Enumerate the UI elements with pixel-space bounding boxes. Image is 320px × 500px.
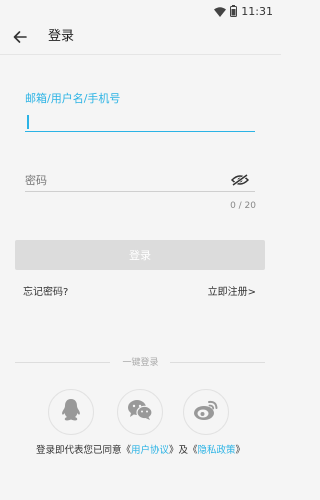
agreement-suffix: 》 bbox=[235, 445, 246, 456]
back-button[interactable] bbox=[10, 27, 30, 47]
qq-icon bbox=[60, 398, 82, 426]
password-input[interactable] bbox=[25, 170, 255, 192]
login-button[interactable]: 登录 bbox=[15, 240, 265, 270]
status-icons: 11:31 bbox=[214, 2, 273, 21]
back-arrow-icon bbox=[13, 28, 27, 47]
privacy-policy-link[interactable]: 隐私政策 bbox=[198, 445, 236, 456]
agreement-middle: 》及《 bbox=[168, 445, 198, 456]
wifi-icon bbox=[214, 2, 227, 21]
user-agreement-link[interactable]: 用户协议 bbox=[131, 445, 169, 456]
text-caret bbox=[27, 115, 29, 129]
register-link[interactable]: 立即注册> bbox=[208, 283, 256, 298]
battery-icon bbox=[230, 2, 238, 21]
wechat-icon bbox=[127, 399, 153, 425]
eye-off-icon bbox=[230, 171, 250, 190]
status-time: 11:31 bbox=[241, 4, 273, 18]
agreement-text: 登录即代表您已同意《用户协议》及《隐私政策》 bbox=[0, 442, 281, 456]
toggle-password-visibility-button[interactable] bbox=[230, 172, 250, 188]
password-length-counter: 0 / 20 bbox=[230, 201, 256, 211]
username-label: 邮箱/用户名/手机号 bbox=[25, 92, 121, 105]
page-title: 登录 bbox=[48, 29, 75, 44]
divider-right bbox=[170, 362, 265, 363]
weibo-icon bbox=[193, 399, 219, 425]
username-input[interactable] bbox=[25, 110, 255, 132]
weibo-login-button[interactable] bbox=[183, 389, 229, 435]
qq-login-button[interactable] bbox=[48, 389, 94, 435]
app-bar: 登录 bbox=[0, 20, 281, 55]
forgot-password-link[interactable]: 忘记密码? bbox=[23, 283, 68, 298]
wechat-login-button[interactable] bbox=[117, 389, 163, 435]
status-bar: 11:31 bbox=[0, 0, 281, 20]
agreement-prefix: 登录即代表您已同意《 bbox=[35, 445, 131, 456]
